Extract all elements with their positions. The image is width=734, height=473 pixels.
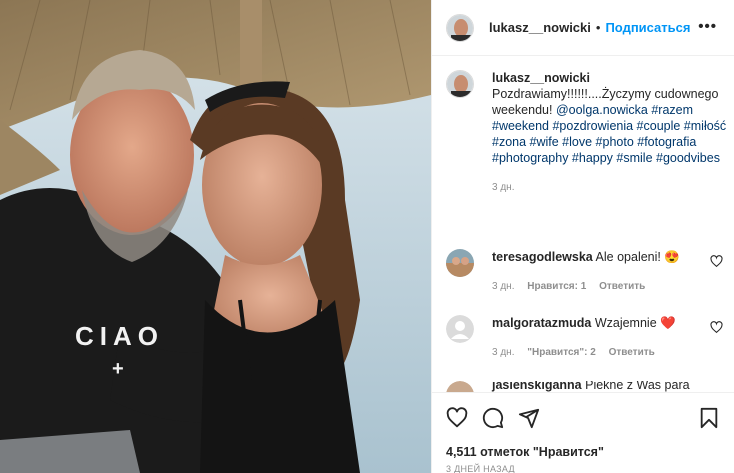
- comment-likes[interactable]: "Нравится": 2: [527, 347, 596, 358]
- heart-icon[interactable]: [446, 407, 468, 429]
- default-avatar-icon: [446, 315, 474, 343]
- bookmark-icon[interactable]: [698, 407, 720, 429]
- post-photo[interactable]: CIAO +: [0, 0, 431, 473]
- reply-button[interactable]: Ответить: [599, 281, 645, 292]
- likes-count[interactable]: 4,511 отметок "Нравится": [446, 445, 604, 459]
- red-heart-emoji: ❤️: [660, 316, 676, 330]
- comment-item: jasienskiganna Piekne z Was para: [446, 381, 734, 392]
- comment-text: Wzajemnie: [594, 316, 657, 330]
- commenter-avatar[interactable]: [446, 381, 474, 392]
- comment-body: jasienskiganna Piekne z Was para: [492, 381, 734, 392]
- comment-username[interactable]: malgoratazmuda: [492, 316, 591, 330]
- caption-avatar[interactable]: [446, 70, 474, 98]
- avatar[interactable]: [446, 13, 474, 42]
- caption-time[interactable]: 3 дн.: [492, 180, 731, 196]
- comment-time[interactable]: 3 дн.: [492, 347, 514, 358]
- photo-illustration: CIAO +: [0, 0, 431, 473]
- comment-username[interactable]: teresagodlewska: [492, 250, 593, 264]
- reply-button[interactable]: Ответить: [609, 347, 655, 358]
- shirt-text: CIAO: [75, 321, 164, 351]
- shirt-symbol: +: [112, 358, 124, 380]
- post-caption: lukasz__nowicki Pozdrawiamy!!!!!!....Życ…: [446, 70, 731, 196]
- post-date: 3 ДНЕЙ НАЗАД: [446, 464, 515, 473]
- caption-username[interactable]: lukasz__nowicki: [492, 70, 731, 86]
- heart-eyes-emoji: 😍: [664, 250, 680, 264]
- commenter-avatar[interactable]: [446, 315, 474, 343]
- caption-avatar-image: [447, 71, 473, 97]
- share-icon[interactable]: [518, 407, 540, 429]
- caption-body: lukasz__nowicki Pozdrawiamy!!!!!!....Życ…: [492, 70, 731, 196]
- comment-body: malgoratazmuda Wzajemnie ❤️ 3 дн. "Нрави…: [492, 315, 734, 361]
- avatar-image: [447, 14, 473, 41]
- comment-likes[interactable]: Нравится: 1: [527, 281, 586, 292]
- commenter-avatar[interactable]: [446, 249, 474, 277]
- post-header: lukasz__nowicki • Подписаться •••: [432, 0, 734, 56]
- comment-like-heart-icon[interactable]: [710, 255, 723, 268]
- header-username[interactable]: lukasz__nowicki: [489, 20, 591, 35]
- comment-item: malgoratazmuda Wzajemnie ❤️ 3 дн. "Нрави…: [446, 315, 734, 361]
- comment-like-heart-icon[interactable]: [710, 321, 723, 334]
- commenter-avatar-image: [446, 249, 474, 277]
- separator-dot: •: [595, 20, 601, 35]
- comment-text: Ale opaleni!: [595, 250, 661, 264]
- comment-body: teresagodlewska Ale opaleni! 😍 3 дн. Нра…: [492, 249, 734, 295]
- comment-time[interactable]: 3 дн.: [492, 281, 514, 292]
- follow-button[interactable]: Подписаться: [605, 20, 690, 35]
- comment-text: Piekne z Was para: [585, 381, 690, 392]
- action-bar: [432, 392, 734, 440]
- comment-item: teresagodlewska Ale opaleni! 😍 3 дн. Нра…: [446, 249, 734, 295]
- comment-meta: 3 дн. Нравится: 1 Ответить: [492, 279, 734, 295]
- comment-meta: 3 дн. "Нравится": 2 Ответить: [492, 345, 734, 361]
- post-panel: lukasz__nowicki • Подписаться ••• lukasz…: [431, 0, 734, 473]
- commenter-avatar-image: [446, 381, 474, 392]
- more-dots-icon[interactable]: •••: [698, 18, 717, 35]
- comment-icon[interactable]: [482, 407, 504, 429]
- comment-username[interactable]: jasienskiganna: [492, 381, 582, 392]
